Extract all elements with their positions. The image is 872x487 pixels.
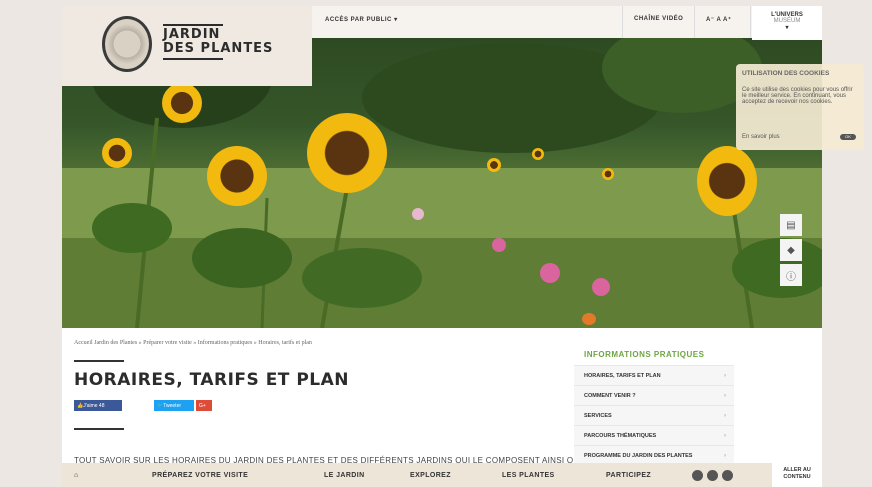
sidebar-item-services[interactable]: SERVICES ›: [574, 405, 734, 425]
facebook-icon[interactable]: [692, 470, 703, 481]
museum-seal-logo: [102, 16, 152, 72]
tweet-label: Tweeter: [163, 402, 182, 409]
cookie-title: UTILISATION DES COOKIES: [742, 70, 830, 77]
chaine-video-link[interactable]: CHAÎNE VIDÉO: [634, 16, 683, 22]
sidebar-item-label: COMMENT VENIR ?: [584, 392, 636, 399]
info-icon[interactable]: ⓘ: [780, 264, 802, 286]
chevron-right-icon: ›: [724, 412, 726, 419]
nav-explorez[interactable]: EXPLOREZ: [410, 472, 451, 479]
bottom-navigation: ⌂ PRÉPAREZ VOTRE VISITE LE JARDIN EXPLOR…: [62, 463, 822, 487]
brand-line-1: JARDIN: [163, 27, 221, 42]
skip-to-content-link[interactable]: ALLER AU CONTENU: [772, 463, 822, 487]
chevron-down-icon: ▾: [394, 17, 398, 23]
main-content: Accueil Jardin des Plantes » Préparer vo…: [62, 328, 822, 465]
instagram-icon[interactable]: [722, 470, 733, 481]
sidebar-item-label: PARCOURS THÉMATIQUES: [584, 432, 657, 439]
nav-les-plantes[interactable]: LES PLANTES: [502, 472, 555, 479]
sidebar-heading: INFORMATIONS PRATIQUES: [584, 350, 705, 359]
site-logo[interactable]: JARDIN DES PLANTES: [62, 6, 312, 86]
nav-participez[interactable]: PARTICIPEZ: [606, 472, 651, 479]
cookie-more-link[interactable]: En savoir plus: [742, 134, 780, 140]
contenu-label: CONTENU: [783, 474, 811, 480]
sidebar-item-label: PROGRAMME DU JARDIN DES PLANTES: [584, 452, 693, 459]
chevron-right-icon: ›: [724, 372, 726, 379]
like-label: J'aime 48: [83, 402, 105, 409]
print-icon[interactable]: ▤: [780, 214, 802, 236]
acces-par-public-menu[interactable]: ACCÈS PAR PUBLIC ▾: [325, 16, 398, 23]
brand-line-2: DES PLANTES: [163, 41, 274, 56]
acces-par-public-label: ACCÈS PAR PUBLIC: [325, 17, 392, 23]
cookie-ok-button[interactable]: OK: [840, 134, 856, 140]
nav-le-jardin[interactable]: LE JARDIN: [324, 472, 365, 479]
chevron-right-icon: ›: [724, 432, 726, 439]
sidebar-item-label: HORAIRES, TARIFS ET PLAN: [584, 372, 661, 379]
sidebar-item-parcours[interactable]: PARCOURS THÉMATIQUES ›: [574, 425, 734, 445]
cookie-banner: UTILISATION DES COOKIES Ce site utilise …: [736, 64, 864, 150]
sidebar-item-label: SERVICES: [584, 412, 612, 419]
content-divider: [74, 428, 124, 430]
chevron-right-icon: ›: [724, 392, 726, 399]
facebook-like-button[interactable]: 👍 J'aime 48: [74, 400, 122, 411]
top-navigation: ACCÈS PAR PUBLIC ▾ CHAÎNE VIDÉO A⁻ A A⁺: [312, 6, 822, 38]
title-divider: [74, 360, 124, 362]
gplus-button[interactable]: G+: [196, 400, 212, 411]
twitter-icon[interactable]: [707, 470, 718, 481]
home-icon[interactable]: ⌂: [74, 472, 79, 479]
aller-label: ALLER AU: [783, 467, 811, 473]
tweet-button[interactable]: 🐦 Tweeter: [154, 400, 194, 411]
cookie-text: Ce site utilise des cookies pour vous of…: [742, 87, 853, 105]
breadcrumb[interactable]: Accueil Jardin des Plantes » Préparer vo…: [74, 340, 312, 346]
brand-name: JARDIN DES PLANTES: [163, 22, 273, 62]
side-tools: ▤ ◆ ⓘ: [780, 214, 802, 289]
sidebar-item-horaires[interactable]: HORAIRES, TARIFS ET PLAN ›: [574, 365, 734, 385]
ticket-icon[interactable]: ◆: [780, 239, 802, 261]
sidebar-item-comment-venir[interactable]: COMMENT VENIR ? ›: [574, 385, 734, 405]
font-size-controls[interactable]: A⁻ A A⁺: [706, 16, 732, 23]
sidebar-informations-pratiques: INFORMATIONS PRATIQUES HORAIRES, TARIFS …: [574, 340, 734, 465]
nav-preparez-visite[interactable]: PRÉPAREZ VOTRE VISITE: [152, 472, 248, 479]
page-title: HORAIRES, TARIFS ET PLAN: [74, 370, 350, 390]
univers-museum-menu[interactable]: L'UNIVERS MUSÉUM ▾: [752, 6, 822, 40]
sidebar-item-programme[interactable]: PROGRAMME DU JARDIN DES PLANTES ›: [574, 445, 734, 465]
chevron-right-icon: ›: [724, 452, 726, 459]
chevron-down-icon: ▾: [785, 25, 789, 31]
